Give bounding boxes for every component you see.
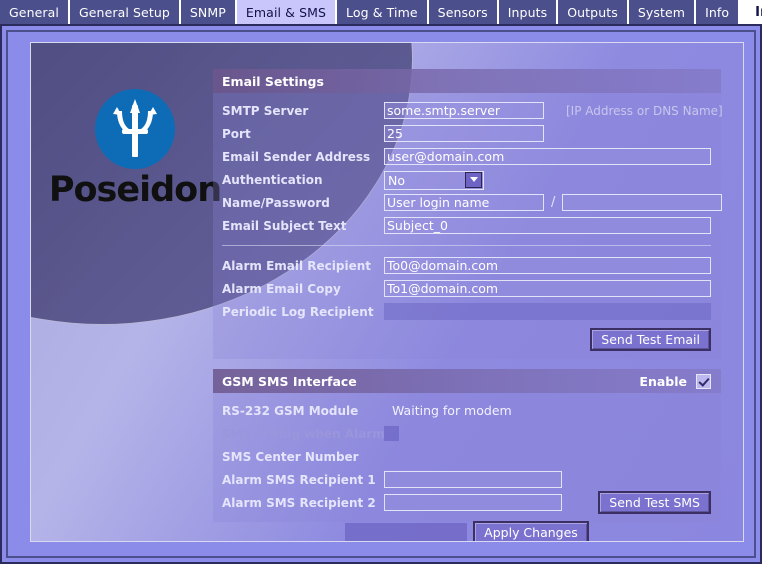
authentication-label: Authentication: [222, 172, 323, 187]
row-sender: Email Sender Address: [213, 145, 721, 168]
row-port: Port: [213, 122, 721, 145]
tab-general[interactable]: General: [0, 0, 68, 24]
row-smtp-server: SMTP Server [IP Address or DNS Name]: [213, 99, 723, 122]
alarm-recipient-input[interactable]: [384, 257, 711, 274]
apply-changes-button[interactable]: Apply Changes: [473, 521, 589, 541]
brand-wordmark: Poseidon: [48, 170, 222, 210]
tab-label: SNMP: [189, 4, 226, 20]
row-gsm-module: RS-232 GSM Module Waiting for modem: [213, 399, 721, 422]
sms-recipient-1-input[interactable]: [384, 471, 562, 488]
login-password-input[interactable]: [562, 194, 723, 211]
sms-ring-checkbox: [384, 426, 399, 441]
email-settings-header: Email Settings: [213, 69, 721, 93]
alarm-copy-input[interactable]: [384, 280, 711, 297]
gsm-settings-title: GSM SMS Interface: [222, 373, 357, 389]
smtp-server-input[interactable]: [384, 102, 544, 119]
tab-system[interactable]: System: [628, 0, 695, 24]
email-settings-body: SMTP Server [IP Address or DNS Name] Por…: [213, 93, 723, 359]
sms-ring-label: SMS + Ring when Alarm: [222, 426, 385, 441]
row-authentication: Authentication No: [213, 168, 721, 191]
window-frame: Poseidon Email Settings SMTP Server [IP …: [0, 24, 762, 564]
index-page-label: Index Page: [755, 4, 762, 20]
alarm-copy-label: Alarm Email Copy: [222, 281, 341, 296]
gsm-enable-wrap: Enable: [639, 373, 711, 389]
periodic-log-input: [384, 303, 711, 320]
sender-label: Email Sender Address: [222, 149, 371, 164]
gsm-settings-header: GSM SMS Interface Enable: [213, 369, 721, 393]
gsm-settings-body: RS-232 GSM Module Waiting for modem SMS …: [213, 393, 721, 522]
sms-recipient-1-label: Alarm SMS Recipient 1: [222, 472, 376, 487]
gsm-enable-checkbox[interactable]: [696, 373, 711, 389]
smtp-server-hint: [IP Address or DNS Name]: [566, 103, 723, 118]
port-label: Port: [222, 126, 251, 141]
tab-bar: General General Setup SNMP Email & SMS L…: [0, 0, 762, 24]
authentication-select[interactable]: No: [384, 170, 484, 190]
periodic-log-label: Periodic Log Recipient: [222, 304, 374, 319]
row-periodic-log: Periodic Log Recipient: [213, 300, 721, 323]
row-alarm-recipient: Alarm Email Recipient: [213, 254, 721, 277]
email-divider: [222, 245, 711, 246]
sms-recipient-2-input[interactable]: [384, 494, 562, 511]
tab-info[interactable]: Info: [696, 0, 739, 24]
row-subject: Email Subject Text: [213, 214, 721, 237]
status-value-box: [345, 523, 468, 541]
alarm-recipient-label: Alarm Email Recipient: [222, 258, 372, 273]
tab-label: Log & Time: [346, 4, 418, 20]
send-test-sms-button[interactable]: Send Test SMS: [598, 491, 711, 514]
content-page: Poseidon Email Settings SMTP Server [IP …: [30, 42, 744, 542]
settings-panel: Email Settings SMTP Server [IP Address o…: [213, 69, 723, 522]
gsm-enable-label: Enable: [639, 373, 687, 389]
tab-label: Outputs: [567, 4, 618, 20]
tab-label: General: [9, 4, 59, 20]
row-sms-recipient-1: Alarm SMS Recipient 1: [213, 468, 721, 491]
tab-snmp[interactable]: SNMP: [180, 0, 235, 24]
tab-label: General Setup: [78, 4, 170, 20]
tab-outputs[interactable]: Outputs: [558, 0, 627, 24]
tab-email-sms[interactable]: Email & SMS: [236, 0, 336, 24]
tab-label: Sensors: [437, 4, 488, 20]
tab-label: Inputs: [507, 4, 548, 20]
tab-inputs[interactable]: Inputs: [498, 0, 557, 24]
login-name-input[interactable]: [384, 194, 544, 211]
email-settings-title: Email Settings: [222, 73, 324, 89]
port-input[interactable]: [384, 125, 544, 142]
tab-log-time[interactable]: Log & Time: [337, 0, 427, 24]
gsm-module-label: RS-232 GSM Module: [222, 403, 359, 418]
row-sms-ring: SMS + Ring when Alarm: [213, 422, 721, 445]
row-sms-recipient-2: Alarm SMS Recipient 2 Send Test SMS: [213, 491, 721, 514]
subject-input[interactable]: [384, 217, 711, 234]
send-test-email-button[interactable]: Send Test Email: [590, 328, 711, 351]
tab-sensors[interactable]: Sensors: [428, 0, 497, 24]
tab-general-setup[interactable]: General Setup: [69, 0, 179, 24]
smtp-server-label: SMTP Server: [222, 103, 309, 118]
subject-label: Email Subject Text: [222, 218, 347, 233]
sender-input[interactable]: [384, 148, 711, 165]
email-button-row: Send Test Email: [213, 323, 721, 351]
index-page-link[interactable]: Index Page: [746, 0, 762, 24]
row-name-password: Name/Password /: [213, 191, 723, 214]
brand-logo: Poseidon: [45, 89, 225, 208]
tab-label: System: [637, 4, 686, 20]
apply-row: Apply Changes: [213, 521, 721, 541]
window-frame-inner: Poseidon Email Settings SMTP Server [IP …: [6, 30, 756, 558]
row-alarm-copy: Alarm Email Copy: [213, 277, 721, 300]
sms-center-label: SMS Center Number: [222, 449, 359, 464]
gsm-module-status: Waiting for modem: [392, 403, 512, 418]
tab-label: Email & SMS: [245, 4, 327, 20]
authentication-select-wrap: No: [384, 170, 484, 190]
tab-label: Info: [705, 4, 730, 20]
app-window: General General Setup SNMP Email & SMS L…: [0, 0, 762, 564]
row-sms-center: SMS Center Number: [213, 445, 721, 468]
trident-icon: [95, 89, 175, 169]
name-password-separator: /: [551, 195, 556, 210]
name-password-label: Name/Password: [222, 195, 330, 210]
sms-recipient-2-label: Alarm SMS Recipient 2: [222, 495, 376, 510]
